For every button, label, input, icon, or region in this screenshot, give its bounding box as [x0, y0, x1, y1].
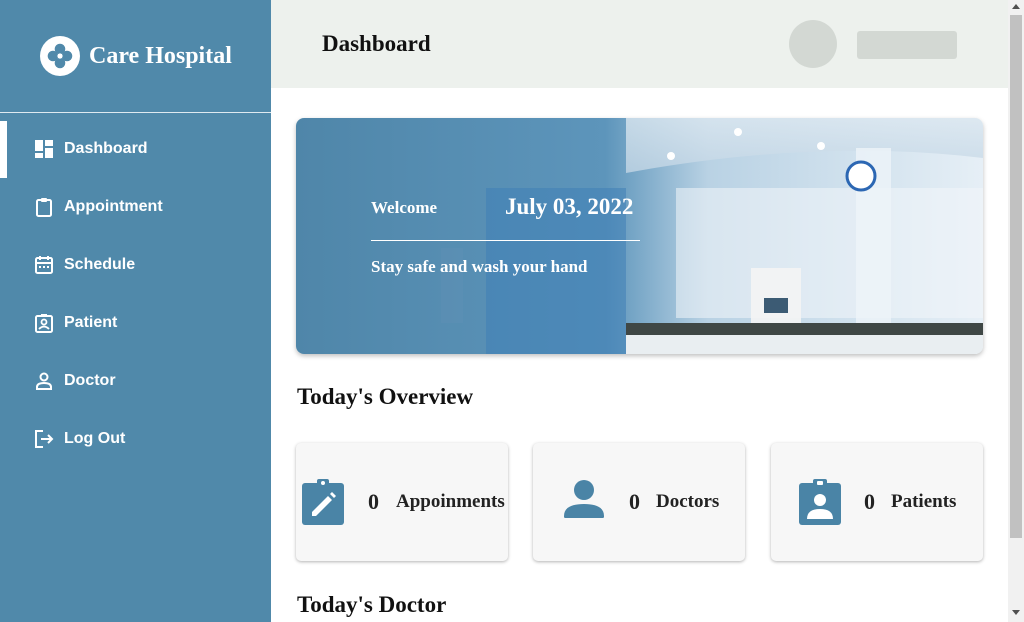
sidebar-item-label: Dashboard	[64, 140, 148, 157]
patients-count: 0	[864, 489, 875, 514]
clipboard-edit-icon	[301, 479, 345, 525]
sidebar-item-doctor[interactable]: Doctor	[0, 352, 271, 410]
brand-name: Care Hospital	[89, 42, 232, 69]
banner-divider	[371, 240, 640, 241]
doctors-label: Doctors	[656, 491, 720, 512]
appointments-card[interactable]: 0 Appoinments	[296, 443, 508, 561]
logout-icon	[34, 429, 54, 449]
sidebar-item-label: Schedule	[64, 256, 136, 273]
hospital-lobby-image	[296, 118, 983, 354]
sidebar-item-appointment[interactable]: Appointment	[0, 178, 271, 236]
person-icon	[562, 479, 606, 525]
sidebar: Care Hospital Dashboard Appointment Sche…	[0, 0, 271, 622]
sidebar-nav: Dashboard Appointment Schedule Patient D…	[0, 120, 271, 468]
todays-doctor-title: Today's Doctor	[297, 592, 447, 617]
sidebar-item-schedule[interactable]: Schedule	[0, 236, 271, 294]
avatar[interactable]	[789, 20, 837, 68]
sidebar-item-label: Patient	[64, 314, 118, 331]
appointments-label: Appoinments	[396, 491, 505, 512]
calendar-icon	[34, 255, 54, 275]
current-date: July 03, 2022	[505, 194, 634, 219]
brand[interactable]: Care Hospital	[40, 36, 232, 76]
hospital-logo-icon	[40, 36, 80, 76]
patients-label: Patients	[891, 491, 957, 512]
person-icon	[34, 371, 54, 391]
top-bar: Dashboard	[271, 0, 1008, 88]
sidebar-item-logout[interactable]: Log Out	[0, 410, 271, 468]
sidebar-divider	[0, 112, 271, 113]
sidebar-item-patient[interactable]: Patient	[0, 294, 271, 352]
user-name-placeholder[interactable]	[857, 31, 957, 59]
doctors-count: 0	[629, 489, 640, 514]
scroll-up-arrow-icon[interactable]	[1012, 4, 1020, 9]
patients-card[interactable]: 0 Patients	[771, 443, 983, 561]
sidebar-item-dashboard[interactable]: Dashboard	[0, 120, 271, 178]
patient-badge-icon	[798, 479, 842, 525]
page-title: Dashboard	[322, 31, 431, 56]
patient-badge-icon	[34, 313, 54, 333]
scrollbar[interactable]	[1008, 0, 1024, 622]
doctors-card[interactable]: 0 Doctors	[533, 443, 745, 561]
sidebar-item-label: Log Out	[64, 430, 126, 447]
banner-tagline: Stay safe and wash your hand	[371, 257, 588, 276]
appointments-count: 0	[368, 489, 379, 514]
welcome-label: Welcome	[371, 198, 438, 217]
clipboard-icon	[34, 197, 54, 217]
dashboard-icon	[34, 139, 54, 159]
sidebar-item-label: Appointment	[64, 198, 163, 215]
welcome-banner: Welcome July 03, 2022 Stay safe and wash…	[296, 118, 983, 354]
scroll-thumb[interactable]	[1010, 15, 1022, 538]
scroll-down-arrow-icon[interactable]	[1012, 610, 1020, 615]
sidebar-item-label: Doctor	[64, 372, 116, 389]
overview-title: Today's Overview	[297, 384, 474, 409]
